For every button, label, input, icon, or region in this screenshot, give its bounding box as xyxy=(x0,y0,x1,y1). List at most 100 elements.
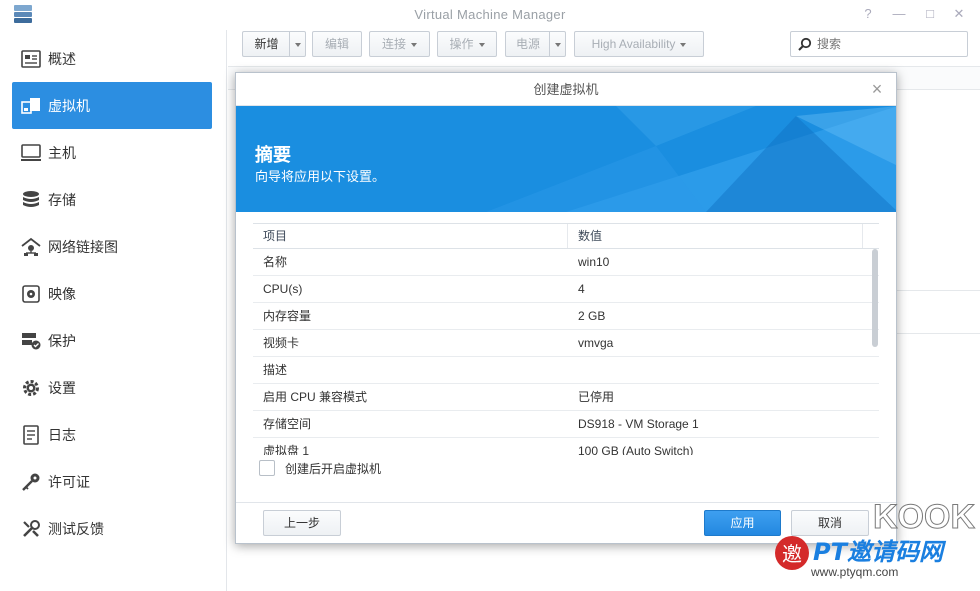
row-value: 100 GB (Auto Switch) xyxy=(578,444,694,455)
sidebar-item-label: 保护 xyxy=(48,332,76,349)
sidebar-item-network[interactable]: 网络链接图 xyxy=(12,223,212,270)
window-title: Virtual Machine Manager xyxy=(414,7,566,22)
sidebar-item-label: 许可证 xyxy=(48,473,90,490)
power-dropdown-button[interactable] xyxy=(549,31,566,57)
image-icon xyxy=(20,283,42,305)
table-row[interactable]: CPU(s) 4 xyxy=(253,276,879,303)
power-button-label: 电源 xyxy=(515,37,540,51)
ha-button-label: High Availability xyxy=(591,37,676,51)
sidebar-item-host[interactable]: 主机 xyxy=(12,129,212,176)
row-item: 名称 xyxy=(263,255,288,269)
table-row[interactable]: 虚拟盘 1 100 GB (Auto Switch) xyxy=(253,438,879,455)
row-value: 已停用 xyxy=(578,390,615,404)
table-row[interactable]: 描述 xyxy=(253,357,879,384)
vm-list-row[interactable] xyxy=(896,290,980,334)
edit-button[interactable]: 编辑 xyxy=(312,31,362,57)
svg-text:邀: 邀 xyxy=(782,542,802,566)
watermark-logo: KOOK 邀 PT邀请码网 www.ptyqm.com xyxy=(775,498,976,579)
table-scrollbar[interactable] xyxy=(872,249,878,347)
row-value: win10 xyxy=(578,255,610,269)
sidebar-item-protection[interactable]: 保护 xyxy=(12,317,212,364)
svg-text:www.ptyqm.com: www.ptyqm.com xyxy=(810,565,898,579)
sidebar-item-label: 主机 xyxy=(48,144,76,161)
chevron-down-icon xyxy=(680,42,687,47)
sidebar-item-label: 日志 xyxy=(48,426,76,443)
row-item: 描述 xyxy=(263,363,288,377)
row-item: 视频卡 xyxy=(263,336,300,350)
chevron-down-icon xyxy=(478,42,485,47)
table-row[interactable]: 启用 CPU 兼容模式 已停用 xyxy=(253,384,879,411)
back-button[interactable]: 上一步 xyxy=(263,510,341,536)
vm-icon xyxy=(20,95,42,117)
host-icon xyxy=(20,142,42,164)
log-icon xyxy=(20,424,42,446)
row-item: 内存容量 xyxy=(263,309,312,323)
sidebar-item-label: 设置 xyxy=(48,379,76,396)
sidebar-item-license[interactable]: 许可证 xyxy=(12,458,212,505)
table-row[interactable]: 视频卡 vmvga xyxy=(253,330,879,357)
search-input[interactable] xyxy=(817,35,962,53)
table-row[interactable]: 内存容量 2 GB xyxy=(253,303,879,330)
minimize-icon[interactable]: — xyxy=(891,6,907,22)
sidebar-item-label: 网络链接图 xyxy=(48,238,118,255)
new-button[interactable]: 新增 xyxy=(242,31,290,57)
connect-button-label: 连接 xyxy=(381,37,406,51)
row-item: CPU(s) xyxy=(263,282,303,296)
sidebar: 概述 虚拟机 主机 存储 网络链接图 映像 保护 设置 日志 许可证 测试反馈 xyxy=(0,30,227,591)
feedback-icon xyxy=(20,518,42,540)
power-on-checkbox-label: 创建后开启虚拟机 xyxy=(285,461,382,476)
table-row[interactable]: 存储空间 DS918 - VM Storage 1 xyxy=(253,411,879,438)
protection-icon xyxy=(20,330,42,352)
close-icon[interactable]: × xyxy=(868,80,886,98)
help-icon[interactable]: ? xyxy=(860,6,876,22)
create-vm-dialog: 创建虚拟机 × 摘要 向导将应用以下设置。 项目 数值 名称 win10 CPU… xyxy=(235,72,897,544)
column-header-value[interactable]: 数值 xyxy=(568,224,863,248)
wizard-banner: 摘要 向导将应用以下设置。 xyxy=(236,106,896,212)
search-box[interactable] xyxy=(790,31,968,57)
row-item: 启用 CPU 兼容模式 xyxy=(263,390,368,404)
close-window-icon[interactable]: ✕ xyxy=(951,6,967,22)
overview-icon xyxy=(20,48,42,70)
svg-text:PT邀请码网: PT邀请码网 xyxy=(813,538,947,566)
high-availability-button[interactable]: High Availability xyxy=(574,31,704,57)
maximize-icon[interactable]: □ xyxy=(922,6,938,22)
dialog-title: 创建虚拟机 xyxy=(236,73,896,106)
chevron-down-icon xyxy=(294,42,301,47)
sidebar-item-vm[interactable]: 虚拟机 xyxy=(12,82,212,129)
license-icon xyxy=(20,471,42,493)
row-value: 4 xyxy=(578,282,585,296)
sidebar-item-overview[interactable]: 概述 xyxy=(12,35,212,82)
column-header-item[interactable]: 项目 xyxy=(253,224,568,248)
sidebar-item-label: 虚拟机 xyxy=(48,97,90,114)
sidebar-item-label: 存储 xyxy=(48,191,76,208)
power-on-after-create-option[interactable]: 创建后开启虚拟机 xyxy=(259,459,381,477)
search-icon xyxy=(798,37,812,51)
row-value: 2 GB xyxy=(578,309,606,323)
svg-text:KOOK: KOOK xyxy=(873,498,975,536)
sidebar-item-image[interactable]: 映像 xyxy=(12,270,212,317)
network-icon xyxy=(20,236,42,258)
row-value: vmvga xyxy=(578,336,614,350)
sidebar-item-settings[interactable]: 设置 xyxy=(12,364,212,411)
sidebar-item-log[interactable]: 日志 xyxy=(12,411,212,458)
action-button-label: 操作 xyxy=(449,37,474,51)
wizard-heading: 摘要 xyxy=(255,145,291,165)
power-on-checkbox[interactable] xyxy=(259,460,275,476)
settings-icon xyxy=(20,377,42,399)
new-button-label: 新增 xyxy=(254,37,279,51)
sidebar-item-label: 概述 xyxy=(48,50,76,67)
sidebar-item-label: 测试反馈 xyxy=(48,520,104,537)
storage-icon xyxy=(20,189,42,211)
apply-button[interactable]: 应用 xyxy=(704,510,781,536)
toolbar: 新增 编辑 连接 操作 电源 High Availability xyxy=(228,30,980,60)
sidebar-item-feedback[interactable]: 测试反馈 xyxy=(12,505,212,552)
connect-button[interactable]: 连接 xyxy=(369,31,430,57)
row-item: 存储空间 xyxy=(263,417,312,431)
power-button[interactable]: 电源 xyxy=(505,31,550,57)
new-dropdown-button[interactable] xyxy=(289,31,306,57)
row-item: 虚拟盘 1 xyxy=(263,444,310,455)
wizard-subheading: 向导将应用以下设置。 xyxy=(255,169,386,184)
table-row[interactable]: 名称 win10 xyxy=(253,249,879,276)
sidebar-item-storage[interactable]: 存储 xyxy=(12,176,212,223)
action-button[interactable]: 操作 xyxy=(437,31,497,57)
